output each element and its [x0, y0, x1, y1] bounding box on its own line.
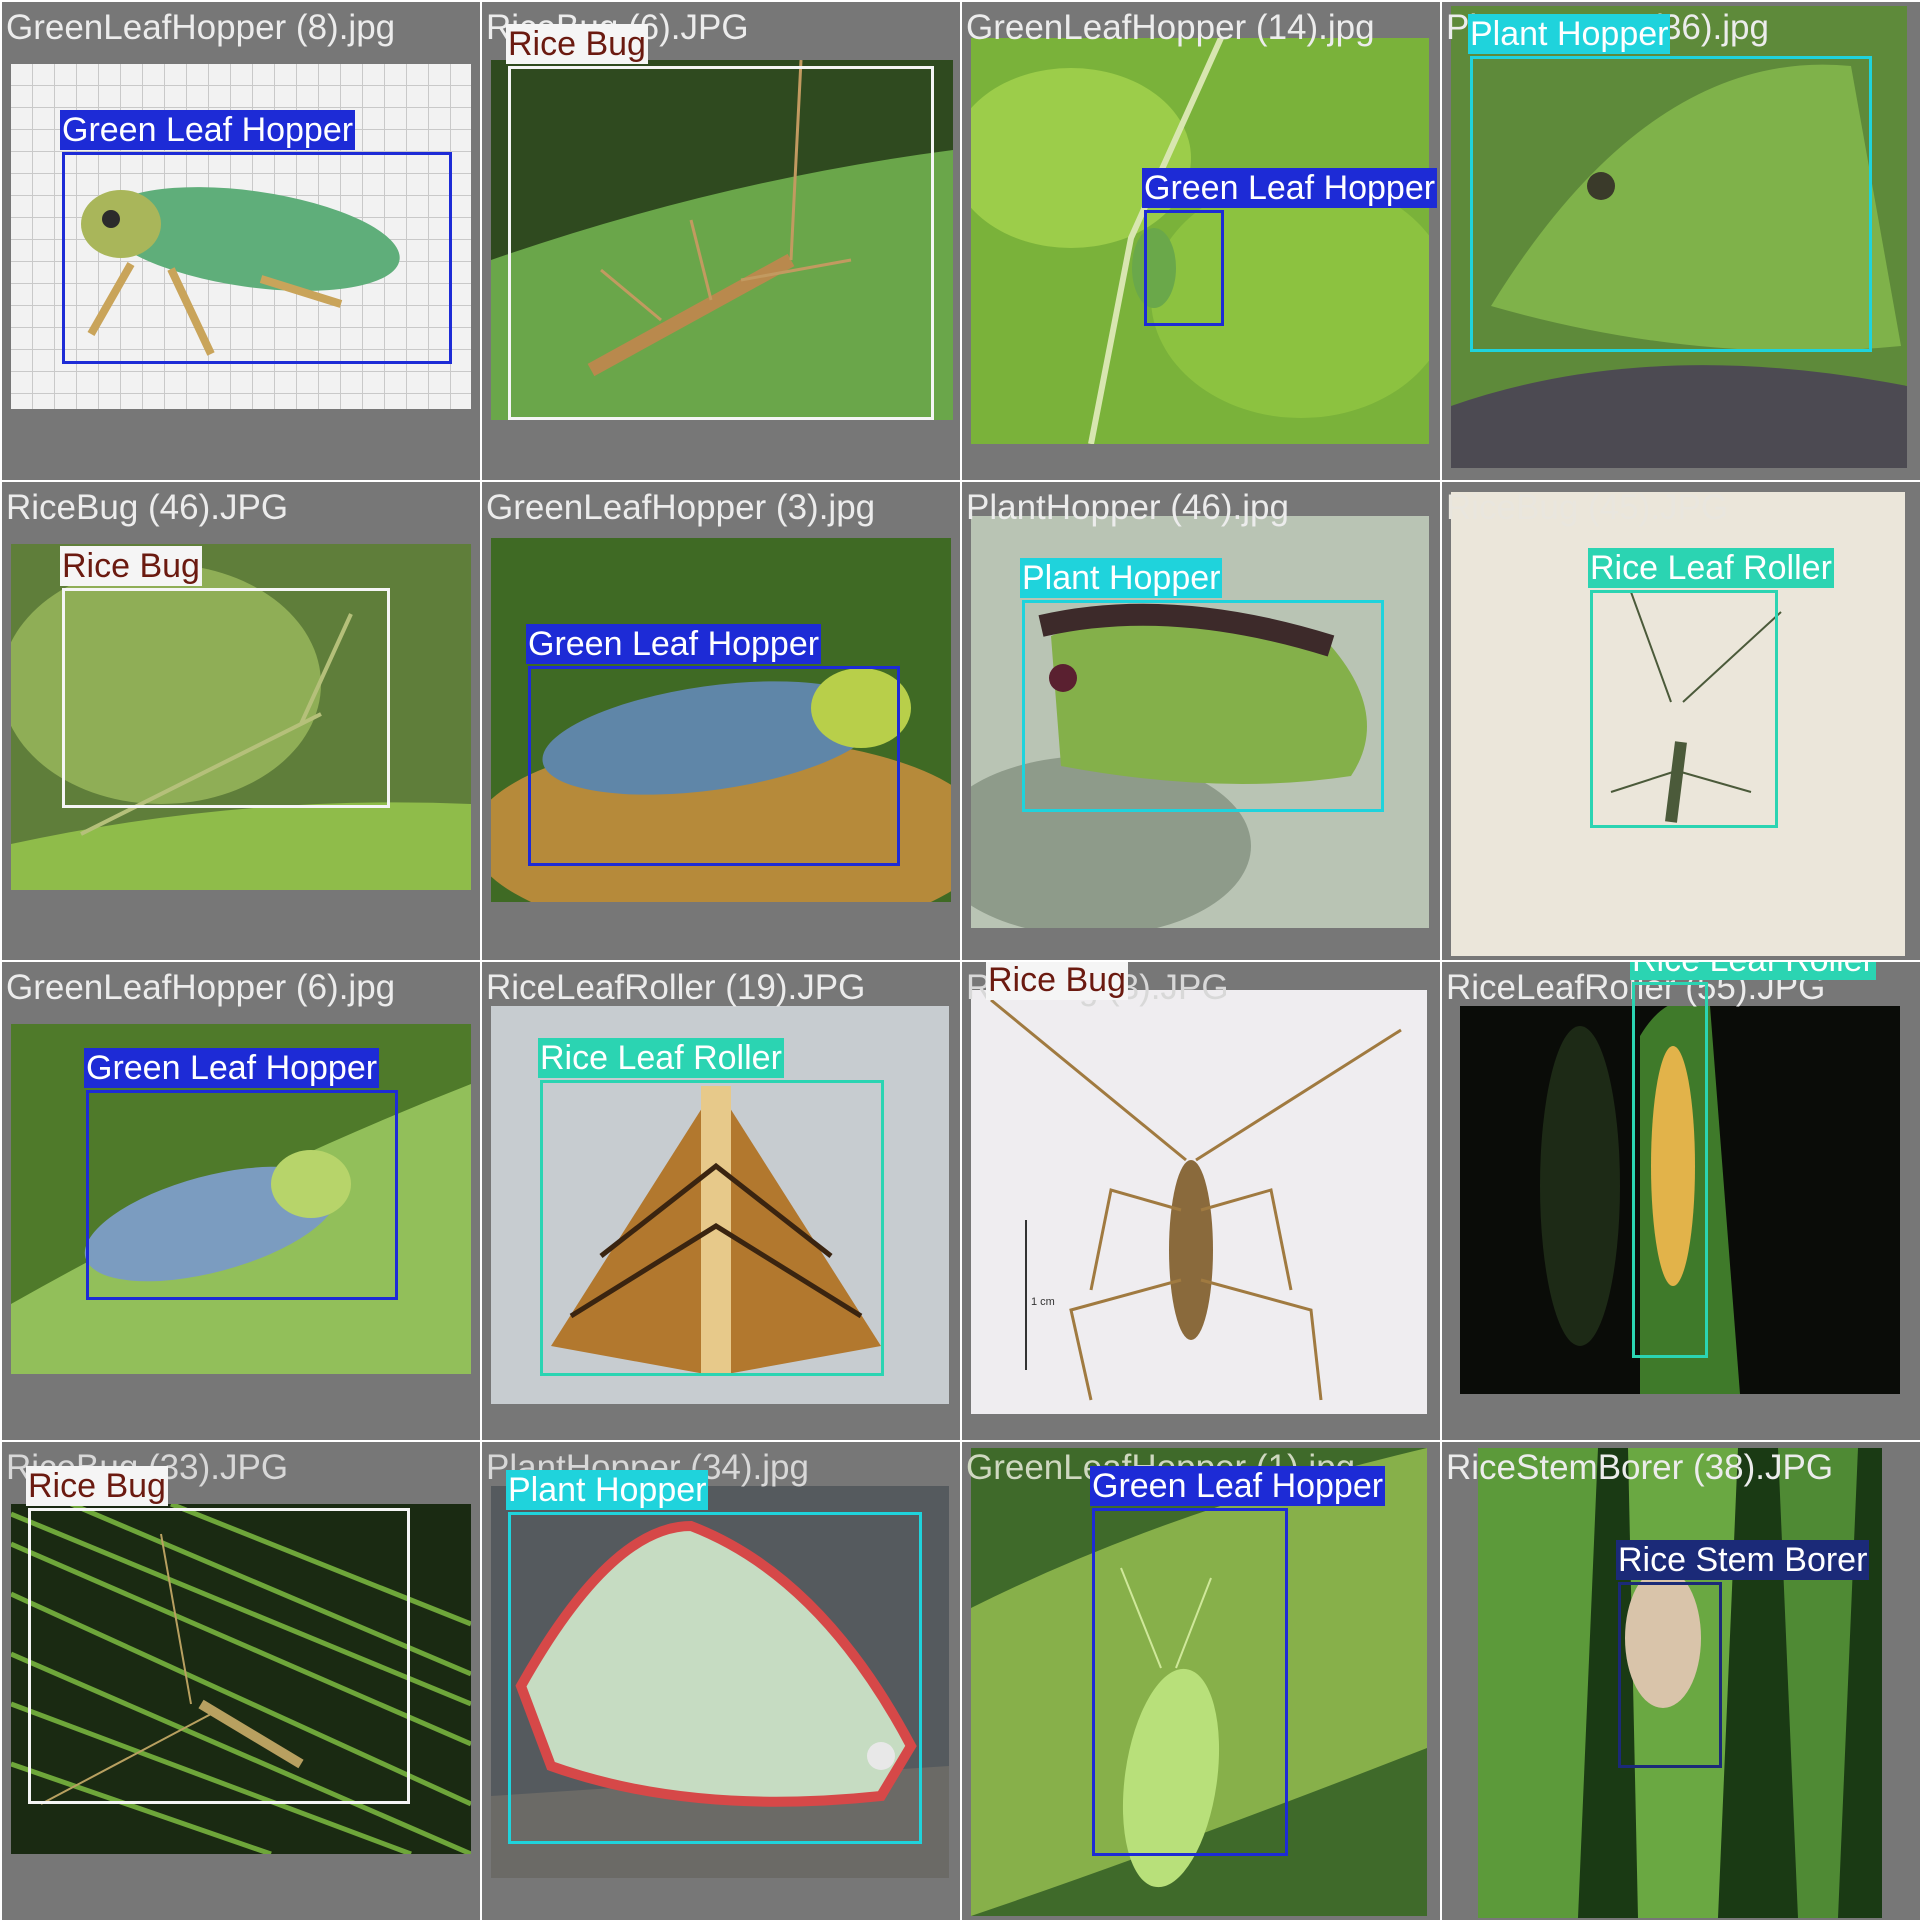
image-filename: GreenLeafHopper (14).jpg: [966, 8, 1375, 47]
image-filename: RiceStemBorer (38).JPG: [1446, 1448, 1834, 1487]
detection-label: Green Leaf Hopper: [526, 624, 822, 664]
tile-9: RiceLeafRoller (19).JPG Rice Leaf Roller: [482, 962, 960, 1440]
tile-12: RiceBug (33).JPG Rice Bug: [2, 1442, 480, 1920]
bounding-box: [1618, 1582, 1722, 1768]
tile-15: RiceStemBorer (38).JPG Rice Stem Borer: [1442, 1442, 1920, 1920]
bounding-box: [62, 152, 452, 364]
scale-bar-label: 1 cm: [1031, 1296, 1055, 1308]
tile-5: GreenLeafHopper (3).jpg Green Leaf Hoppe…: [482, 482, 960, 960]
tile-8: GreenLeafHopper (6).jpg Green Leaf Hoppe…: [2, 962, 480, 1440]
bounding-box: [508, 1512, 922, 1844]
tile-4: RiceBug (46).JPG Rice Bug: [2, 482, 480, 960]
detection-label: Rice Bug: [26, 1466, 168, 1506]
photo: 1 cm: [971, 990, 1427, 1414]
detection-label: Rice Bug: [60, 546, 202, 586]
tile-1: RiceBug (6).JPG Rice Bug: [482, 2, 960, 480]
image-filename: RiceLeafRoller (19).JPG: [486, 968, 866, 1007]
image-filename: GreenLeafHopper (3).jpg: [486, 488, 876, 527]
tile-0: GreenLeafHopper (8).jpg Green Leaf Hoppe…: [2, 2, 480, 480]
bounding-box: [1092, 1508, 1288, 1856]
detection-label: Plant Hopper: [506, 1470, 709, 1510]
image-filename: PlantHopper (46).jpg: [966, 488, 1289, 527]
tile-14: GreenLeafHopper (1).jpg Green Leaf Hoppe…: [962, 1442, 1440, 1920]
bounding-box: [1632, 982, 1708, 1358]
detection-label: Green Leaf Hopper: [1090, 1466, 1386, 1506]
bounding-box: [1470, 56, 1872, 352]
bounding-box: [540, 1080, 884, 1376]
tile-2: GreenLeafHopper (14).jpg Green Leaf Hopp…: [962, 2, 1440, 480]
bounding-box: [508, 66, 934, 420]
tile-3: PlantHopper (36).jpg Plant Hopper: [1442, 2, 1920, 480]
bounding-box: [1022, 600, 1384, 812]
bounding-box: [86, 1090, 398, 1300]
detection-label: Rice Leaf Roller: [1588, 548, 1834, 588]
detection-label: Green Leaf Hopper: [84, 1048, 380, 1088]
bounding-box: [28, 1508, 410, 1804]
bounding-box: [1144, 210, 1224, 326]
tile-7: RiceBug (45).JPG Rice Leaf Roller: [1442, 482, 1920, 960]
detection-label: Rice Leaf Roller: [538, 1038, 784, 1078]
detection-label: Green Leaf Hopper: [60, 110, 356, 150]
bounding-box: [1590, 590, 1778, 828]
detection-label: Plant Hopper: [1468, 14, 1671, 54]
bounding-box: [62, 588, 390, 808]
detection-results-grid: GreenLeafHopper (8).jpg Green Leaf Hoppe…: [0, 0, 1920, 1920]
image-filename: RiceBug (46).JPG: [6, 488, 289, 527]
detection-label: Rice Leaf Roller: [1630, 962, 1876, 980]
detection-label: Rice Bug: [986, 962, 1128, 1000]
detection-label: Green Leaf Hopper: [1142, 168, 1438, 208]
detection-label: Plant Hopper: [1020, 558, 1223, 598]
image-filename: GreenLeafHopper (8).jpg: [6, 8, 396, 47]
image-filename: GreenLeafHopper (6).jpg: [6, 968, 396, 1007]
bounding-box: [528, 666, 900, 866]
detection-label: Rice Bug: [506, 24, 648, 64]
image-filename: RiceBug (45).JPG: [1446, 488, 1729, 527]
tile-11: RiceLeafRoller (55).JPG Rice Leaf Roller: [1442, 962, 1920, 1440]
tile-13: PlantHopper (34).jpg Plant Hopper: [482, 1442, 960, 1920]
detection-label: Rice Stem Borer: [1616, 1540, 1870, 1580]
tile-10: 1 cm RiceBug (3).JPG Rice Bug: [962, 962, 1440, 1440]
tile-6: PlantHopper (46).jpg Plant Hopper: [962, 482, 1440, 960]
